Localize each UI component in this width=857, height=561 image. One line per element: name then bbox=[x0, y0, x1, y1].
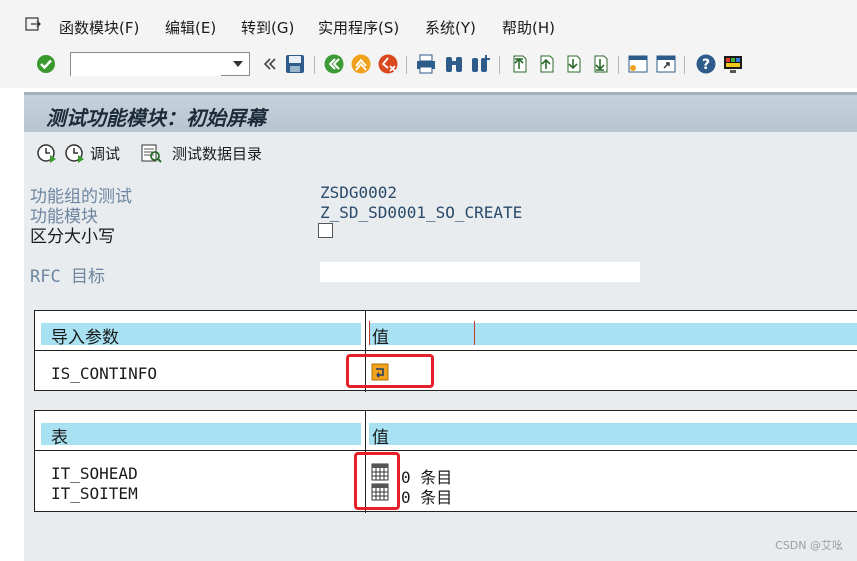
test-data-directory-button[interactable]: 测试数据目录 bbox=[140, 142, 262, 164]
customize-layout-icon[interactable] bbox=[722, 53, 744, 75]
title-bar: 测试功能模块：初始屏幕 bbox=[24, 92, 857, 132]
command-input[interactable] bbox=[71, 53, 221, 76]
application-toolbar: 调试 测试数据目录 bbox=[24, 134, 857, 170]
soitem-count: 0 条目 bbox=[401, 488, 453, 507]
command-field[interactable] bbox=[70, 52, 250, 76]
command-dropdown-icon[interactable] bbox=[233, 61, 243, 67]
value-header-focus-brackets bbox=[369, 321, 475, 345]
enter-check-icon[interactable] bbox=[35, 53, 57, 75]
first-page-icon[interactable] bbox=[508, 53, 530, 75]
function-group-value: ZSDG0002 bbox=[320, 183, 398, 202]
import-param-header: 导入参数 bbox=[51, 328, 119, 348]
print-icon[interactable] bbox=[415, 53, 437, 75]
tables-header-cell bbox=[41, 423, 361, 445]
tables-parameters-table: 表 值 IT_SOHEAD 0 条目 IT_SOITEM 0 条目 bbox=[34, 410, 857, 513]
main-panel: 测试功能模块：初始屏幕 调试 测试数据目录 功能组的测试 ZSDG0002 功能… bbox=[24, 92, 857, 561]
execute-clock-icon bbox=[37, 144, 56, 163]
shortcut-icon[interactable] bbox=[655, 53, 677, 75]
table-it-sohead: IT_SOHEAD bbox=[51, 464, 138, 483]
menu-edit[interactable]: 编辑(E) bbox=[165, 17, 216, 38]
collapse-icon[interactable] bbox=[258, 53, 280, 75]
menu-goto[interactable]: 转到(G) bbox=[241, 17, 294, 38]
case-sensitive-label: 区分大小写 bbox=[30, 227, 115, 247]
debug-button[interactable]: 调试 bbox=[64, 142, 120, 164]
menu-utilities[interactable]: 实用程序(S) bbox=[318, 17, 399, 38]
last-page-icon[interactable] bbox=[589, 53, 611, 75]
next-page-icon[interactable] bbox=[562, 53, 584, 75]
find-icon[interactable] bbox=[443, 53, 465, 75]
rfc-target-label: RFC 目标 bbox=[30, 267, 105, 287]
test-data-icon bbox=[141, 144, 162, 163]
find-next-icon[interactable] bbox=[470, 53, 492, 75]
screen-title: 测试功能模块：初始屏幕 bbox=[46, 106, 266, 130]
tables-value-header: 值 bbox=[372, 428, 389, 448]
param-is-continfo: IS_CONTINFO bbox=[51, 364, 157, 383]
table-it-soitem: IT_SOITEM bbox=[51, 484, 138, 503]
rfc-target-input[interactable] bbox=[320, 262, 640, 282]
tables-param-header: 表 bbox=[51, 428, 68, 448]
watermark: CSDN @艾吆 bbox=[775, 539, 843, 552]
menu-exit-icon[interactable] bbox=[25, 17, 41, 31]
new-session-icon[interactable] bbox=[627, 53, 649, 75]
menu-function-module[interactable]: 函数模块(F) bbox=[59, 17, 139, 38]
menu-bar: 函数模块(F) 编辑(E) 转到(G) 实用程序(S) 系统(Y) 帮助(H) bbox=[0, 0, 857, 48]
svg-text:?: ? bbox=[702, 57, 710, 73]
test-data-label: 测试数据目录 bbox=[172, 144, 263, 163]
exit-icon[interactable] bbox=[350, 53, 372, 75]
debug-clock-icon bbox=[65, 144, 84, 163]
import-parameters-table: 导入参数 值 IS_CONTINFO bbox=[34, 310, 857, 392]
debug-label: 调试 bbox=[90, 144, 121, 163]
function-module-value: Z_SD_SD0001_SO_CREATE bbox=[320, 203, 523, 222]
execute-button[interactable] bbox=[36, 142, 58, 164]
highlight-box-tables bbox=[354, 452, 400, 510]
menu-help[interactable]: 帮助(H) bbox=[502, 17, 555, 38]
menu-system[interactable]: 系统(Y) bbox=[425, 17, 476, 38]
prev-page-icon[interactable] bbox=[535, 53, 557, 75]
cancel-icon[interactable] bbox=[377, 53, 399, 75]
tables-value-header-cell bbox=[369, 423, 857, 445]
back-icon[interactable] bbox=[323, 53, 345, 75]
help-icon[interactable]: ? bbox=[695, 53, 717, 75]
save-icon[interactable] bbox=[284, 53, 306, 75]
case-sensitive-checkbox[interactable] bbox=[318, 223, 333, 238]
standard-toolbar: ? bbox=[0, 48, 857, 88]
highlight-box-structure bbox=[346, 354, 434, 388]
